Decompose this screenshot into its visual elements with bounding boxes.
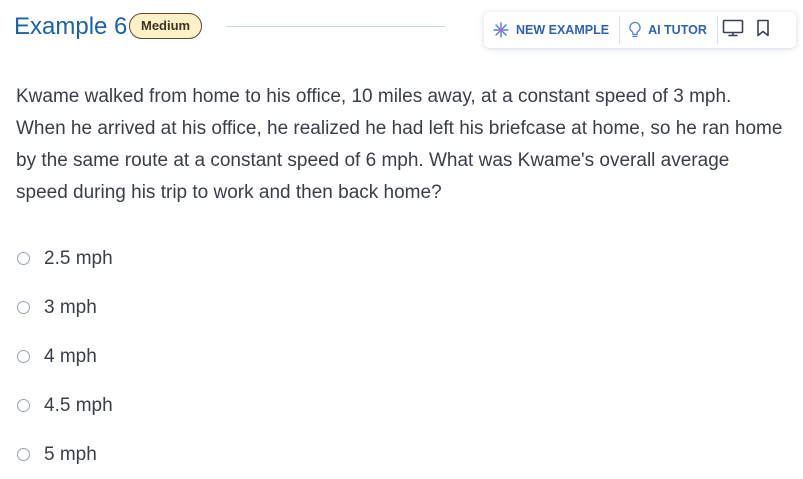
example-header: Example 6 Medium NEW EXAMPLE AI TUTOR — [14, 10, 796, 48]
question-text: Kwame walked from home to his office, 10… — [16, 86, 783, 203]
monitor-button[interactable] — [718, 12, 748, 48]
answer-option[interactable]: 4.5 mph — [16, 381, 113, 430]
radio-button[interactable] — [17, 350, 30, 363]
answer-option[interactable]: 3 mph — [16, 283, 113, 332]
answer-option-label: 3 mph — [44, 296, 97, 318]
sparkle-icon — [492, 21, 510, 39]
example-title: Example 6 — [14, 13, 128, 40]
radio-button[interactable] — [17, 252, 30, 265]
answer-option-label: 5 mph — [44, 443, 97, 465]
radio-button[interactable] — [17, 399, 30, 412]
radio-button[interactable] — [17, 301, 30, 314]
new-example-label: NEW EXAMPLE — [516, 23, 610, 37]
answer-option[interactable]: 4 mph — [16, 332, 113, 381]
answer-option-label: 2.5 mph — [44, 247, 113, 269]
answer-option-label: 4 mph — [44, 345, 97, 367]
ai-tutor-label: AI TUTOR — [648, 23, 707, 37]
header-divider — [226, 26, 445, 27]
action-toolbar: NEW EXAMPLE AI TUTOR — [484, 12, 796, 48]
answer-option-label: 4.5 mph — [44, 394, 113, 416]
radio-button[interactable] — [17, 448, 30, 461]
answer-options: 2.5 mph 3 mph 4 mph 4.5 mph 5 mph — [16, 234, 113, 479]
ai-tutor-button[interactable]: AI TUTOR — [620, 12, 717, 48]
answer-option[interactable]: 2.5 mph — [16, 234, 113, 283]
lightbulb-icon — [628, 21, 642, 39]
bookmark-button[interactable] — [748, 12, 778, 48]
answer-option[interactable]: 5 mph — [16, 430, 113, 479]
new-example-button[interactable]: NEW EXAMPLE — [484, 12, 619, 48]
monitor-icon — [722, 19, 744, 42]
difficulty-badge: Medium — [129, 13, 203, 39]
bookmark-icon — [756, 19, 770, 42]
